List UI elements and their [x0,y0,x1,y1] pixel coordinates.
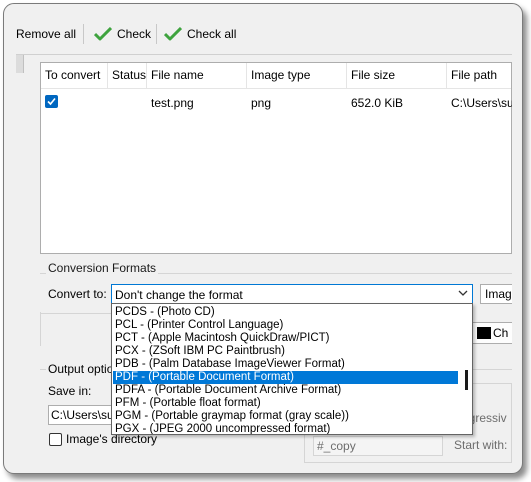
remove-all-label: Remove all [16,27,77,41]
column-file-path[interactable]: File path [447,63,497,89]
check-button[interactable]: Check [94,23,151,45]
left-scrollbar[interactable] [16,55,24,73]
dropdown-option[interactable]: PCX - (ZSoft IBM PC Paintbrush) [113,345,458,358]
status-cell [108,94,112,112]
check-all-label: Check all [187,27,237,41]
file-size-cell: 652.0 KiB [351,96,404,110]
image-select-value: Image [485,287,512,301]
image-select[interactable]: Image [480,284,512,304]
format-dropdown-list[interactable]: PCDS - (Photo CD) PCL - (Printer Control… [111,303,473,435]
save-in-field[interactable]: C:\Users\sul [48,405,113,425]
remove-all-button[interactable]: Remove all [16,23,76,45]
save-in-value: C:\Users\sul [51,408,113,422]
file-name-cell: test.png [151,96,194,110]
column-to-convert[interactable]: To convert [41,63,100,89]
column-file-size[interactable]: File size [347,63,395,89]
dropdown-option[interactable]: PDB - (Palm Database ImageViewer Format) [113,358,458,371]
converter-window: Remove all Check Check all To convert St… [16,16,512,464]
column-image-type[interactable]: Image type [247,63,310,89]
column-file-name[interactable]: File name [147,63,204,89]
save-in-label: Save in: [48,384,92,398]
window-frame: Remove all Check Check all To convert St… [3,3,523,474]
list-header: To convert Status File name Image type F… [41,63,511,89]
dropdown-option[interactable]: PCDS - (Photo CD) [113,306,458,319]
selected-format: Don't change the format [115,288,243,302]
toolbar-separator [83,24,84,44]
dropdown-scrollbar[interactable] [460,304,472,434]
color-button-label: Ch [493,326,509,340]
image-directory-checkbox[interactable] [49,433,62,446]
toolbar-divider [16,54,512,55]
divider [40,313,111,314]
toolbar: Remove all Check Check all [16,20,512,48]
convert-to-select[interactable]: Don't change the format [111,284,473,304]
divider [40,312,41,346]
file-path-cell: C:\Users\su [451,96,512,110]
color-button[interactable]: Ch [472,322,512,344]
copy-suffix-field[interactable]: #_copy [313,436,443,456]
dropdown-option[interactable]: PFM - (Portable float format) [113,397,458,410]
image-type-cell: png [251,96,272,110]
column-status[interactable]: Status [108,63,146,89]
checkmark-icon [94,27,112,41]
file-list[interactable]: To convert Status File name Image type F… [40,62,512,254]
dropdown-option-selected[interactable]: PDF - (Portable Document Format) [113,371,458,384]
start-with-label: Start with: [454,438,508,452]
copy-suffix-value: #_copy [317,439,356,453]
dropdown-option[interactable]: PGM - (Portable graymap format (gray sca… [113,410,458,423]
check-label: Check [117,27,152,41]
dropdown-option[interactable]: PCL - (Printer Control Language) [113,319,458,332]
convert-to-label: Convert to: [48,287,107,301]
chevron-down-icon [458,290,468,296]
dropdown-option[interactable]: PDFA - (Portable Document Archive Format… [113,384,458,397]
checkmark-icon [47,97,56,106]
conversion-formats-title: Conversion Formats [46,261,159,275]
color-swatch [477,327,491,339]
checkmark-icon [164,27,182,41]
toolbar-separator [156,24,157,44]
dropdown-option[interactable]: PCT - (Apple Macintosh QuickDraw/PICT) [113,332,458,345]
scrollbar-thumb[interactable] [465,370,468,390]
check-all-button[interactable]: Check all [164,23,236,45]
dropdown-option[interactable]: PGX - (JPEG 2000 uncompressed format) [113,423,458,434]
to-convert-checkbox[interactable] [45,95,58,108]
